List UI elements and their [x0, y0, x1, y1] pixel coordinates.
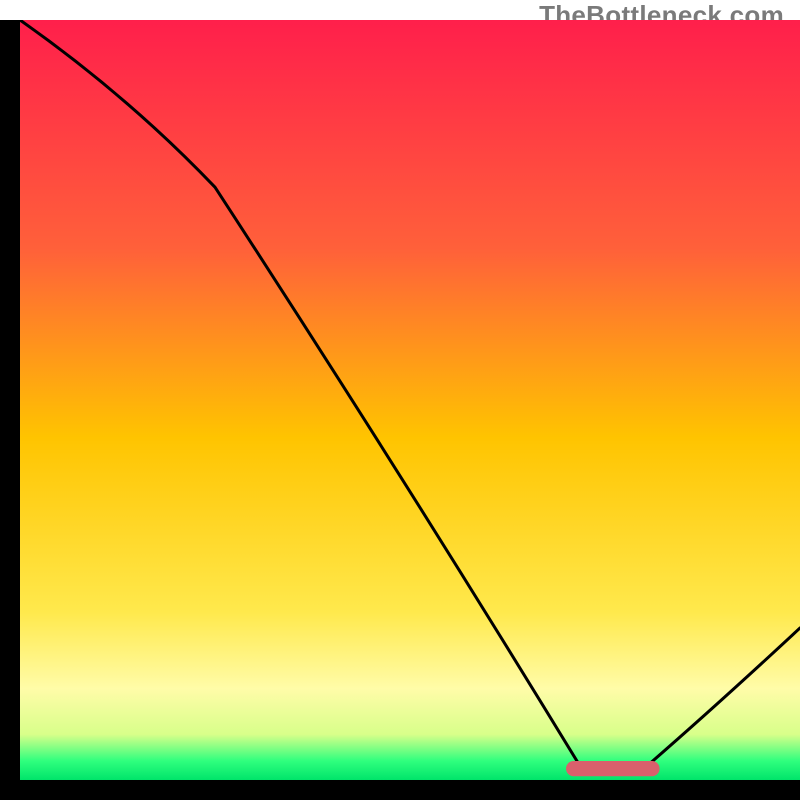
axis-left — [0, 20, 20, 800]
axis-bottom — [0, 780, 800, 800]
chart-frame: TheBottleneck.com — [0, 0, 800, 800]
optimal-range-marker — [566, 761, 660, 776]
gradient-background — [20, 20, 800, 780]
bottleneck-chart — [0, 20, 800, 800]
chart-stage — [0, 20, 800, 800]
